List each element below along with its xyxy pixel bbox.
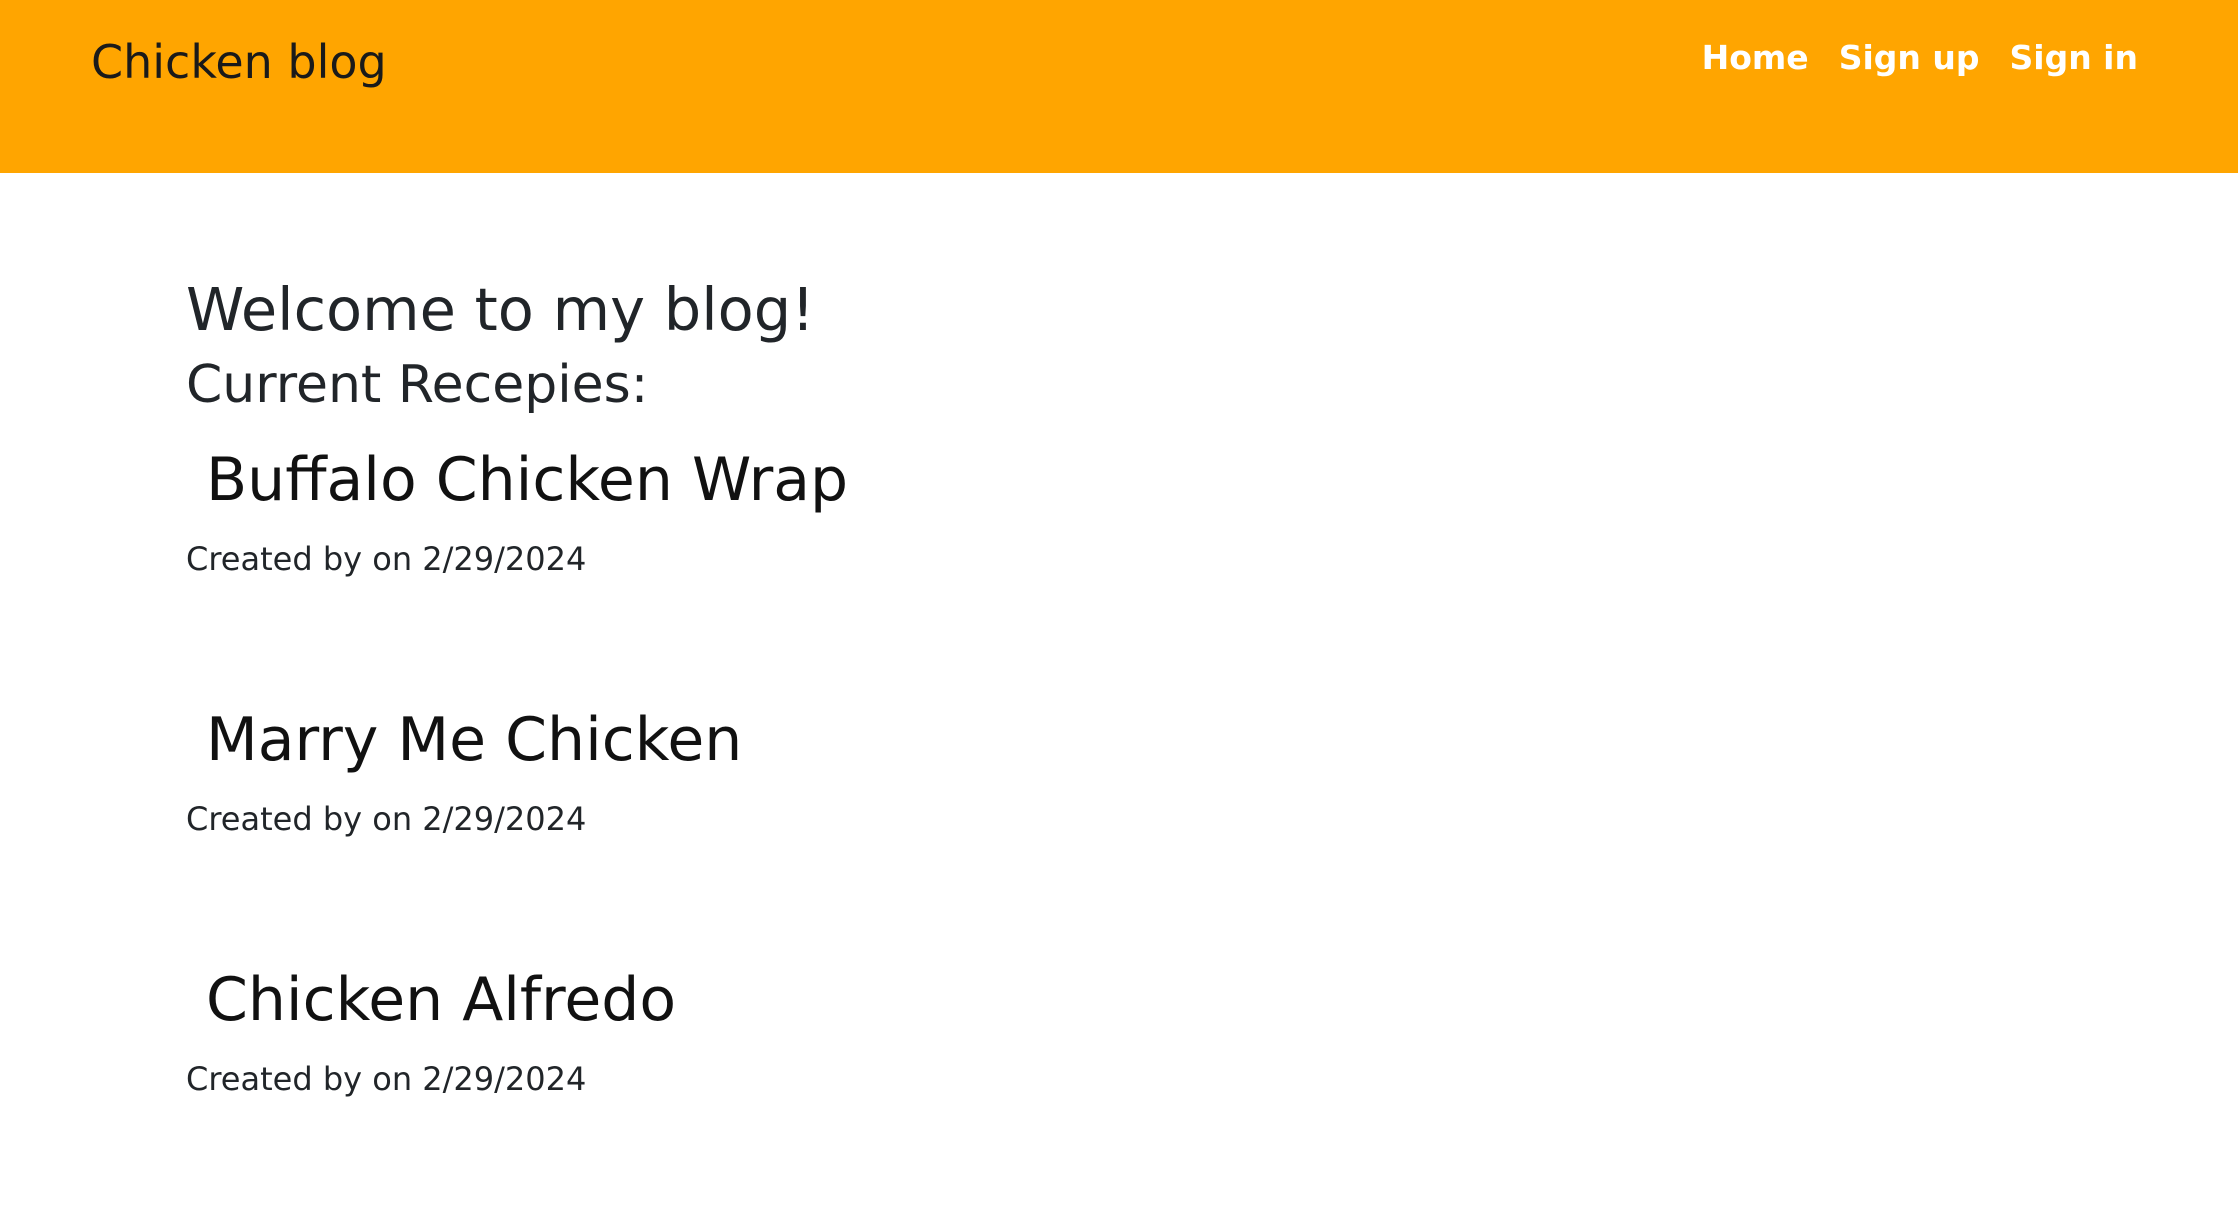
recipe-meta: Created by on 2/29/2024 <box>186 540 587 578</box>
recipe-meta: Created by on 2/29/2024 <box>186 800 587 838</box>
recipe-list: Buffalo Chicken Wrap Created by on 2/29/… <box>186 440 1986 1220</box>
section-title: Current Recepies: <box>186 355 649 415</box>
recipe-meta: Created by on 2/29/2024 <box>186 1060 587 1098</box>
recipe-title-link[interactable]: Marry Me Chicken <box>206 700 1986 780</box>
nav-signin-link[interactable]: Sign in <box>2010 38 2139 77</box>
recipe-item: Chicken Alfredo Created by on 2/29/2024 <box>186 960 1986 1220</box>
nav-signup-link[interactable]: Sign up <box>1839 38 1980 77</box>
page-title: Welcome to my blog! <box>186 275 815 344</box>
recipe-title-link[interactable]: Buffalo Chicken Wrap <box>206 440 1986 520</box>
nav-links: Home Sign up Sign in <box>1702 38 2138 77</box>
navbar: Chicken blog Home Sign up Sign in <box>0 0 2238 173</box>
recipe-title-link[interactable]: Chicken Alfredo <box>206 960 1986 1040</box>
recipe-item: Buffalo Chicken Wrap Created by on 2/29/… <box>186 440 1986 700</box>
main-content: Welcome to my blog! Current Recepies: Bu… <box>186 270 1986 1220</box>
nav-home-link[interactable]: Home <box>1702 38 1809 77</box>
recipe-item: Marry Me Chicken Created by on 2/29/2024 <box>186 700 1986 960</box>
brand-link[interactable]: Chicken blog <box>91 35 387 89</box>
